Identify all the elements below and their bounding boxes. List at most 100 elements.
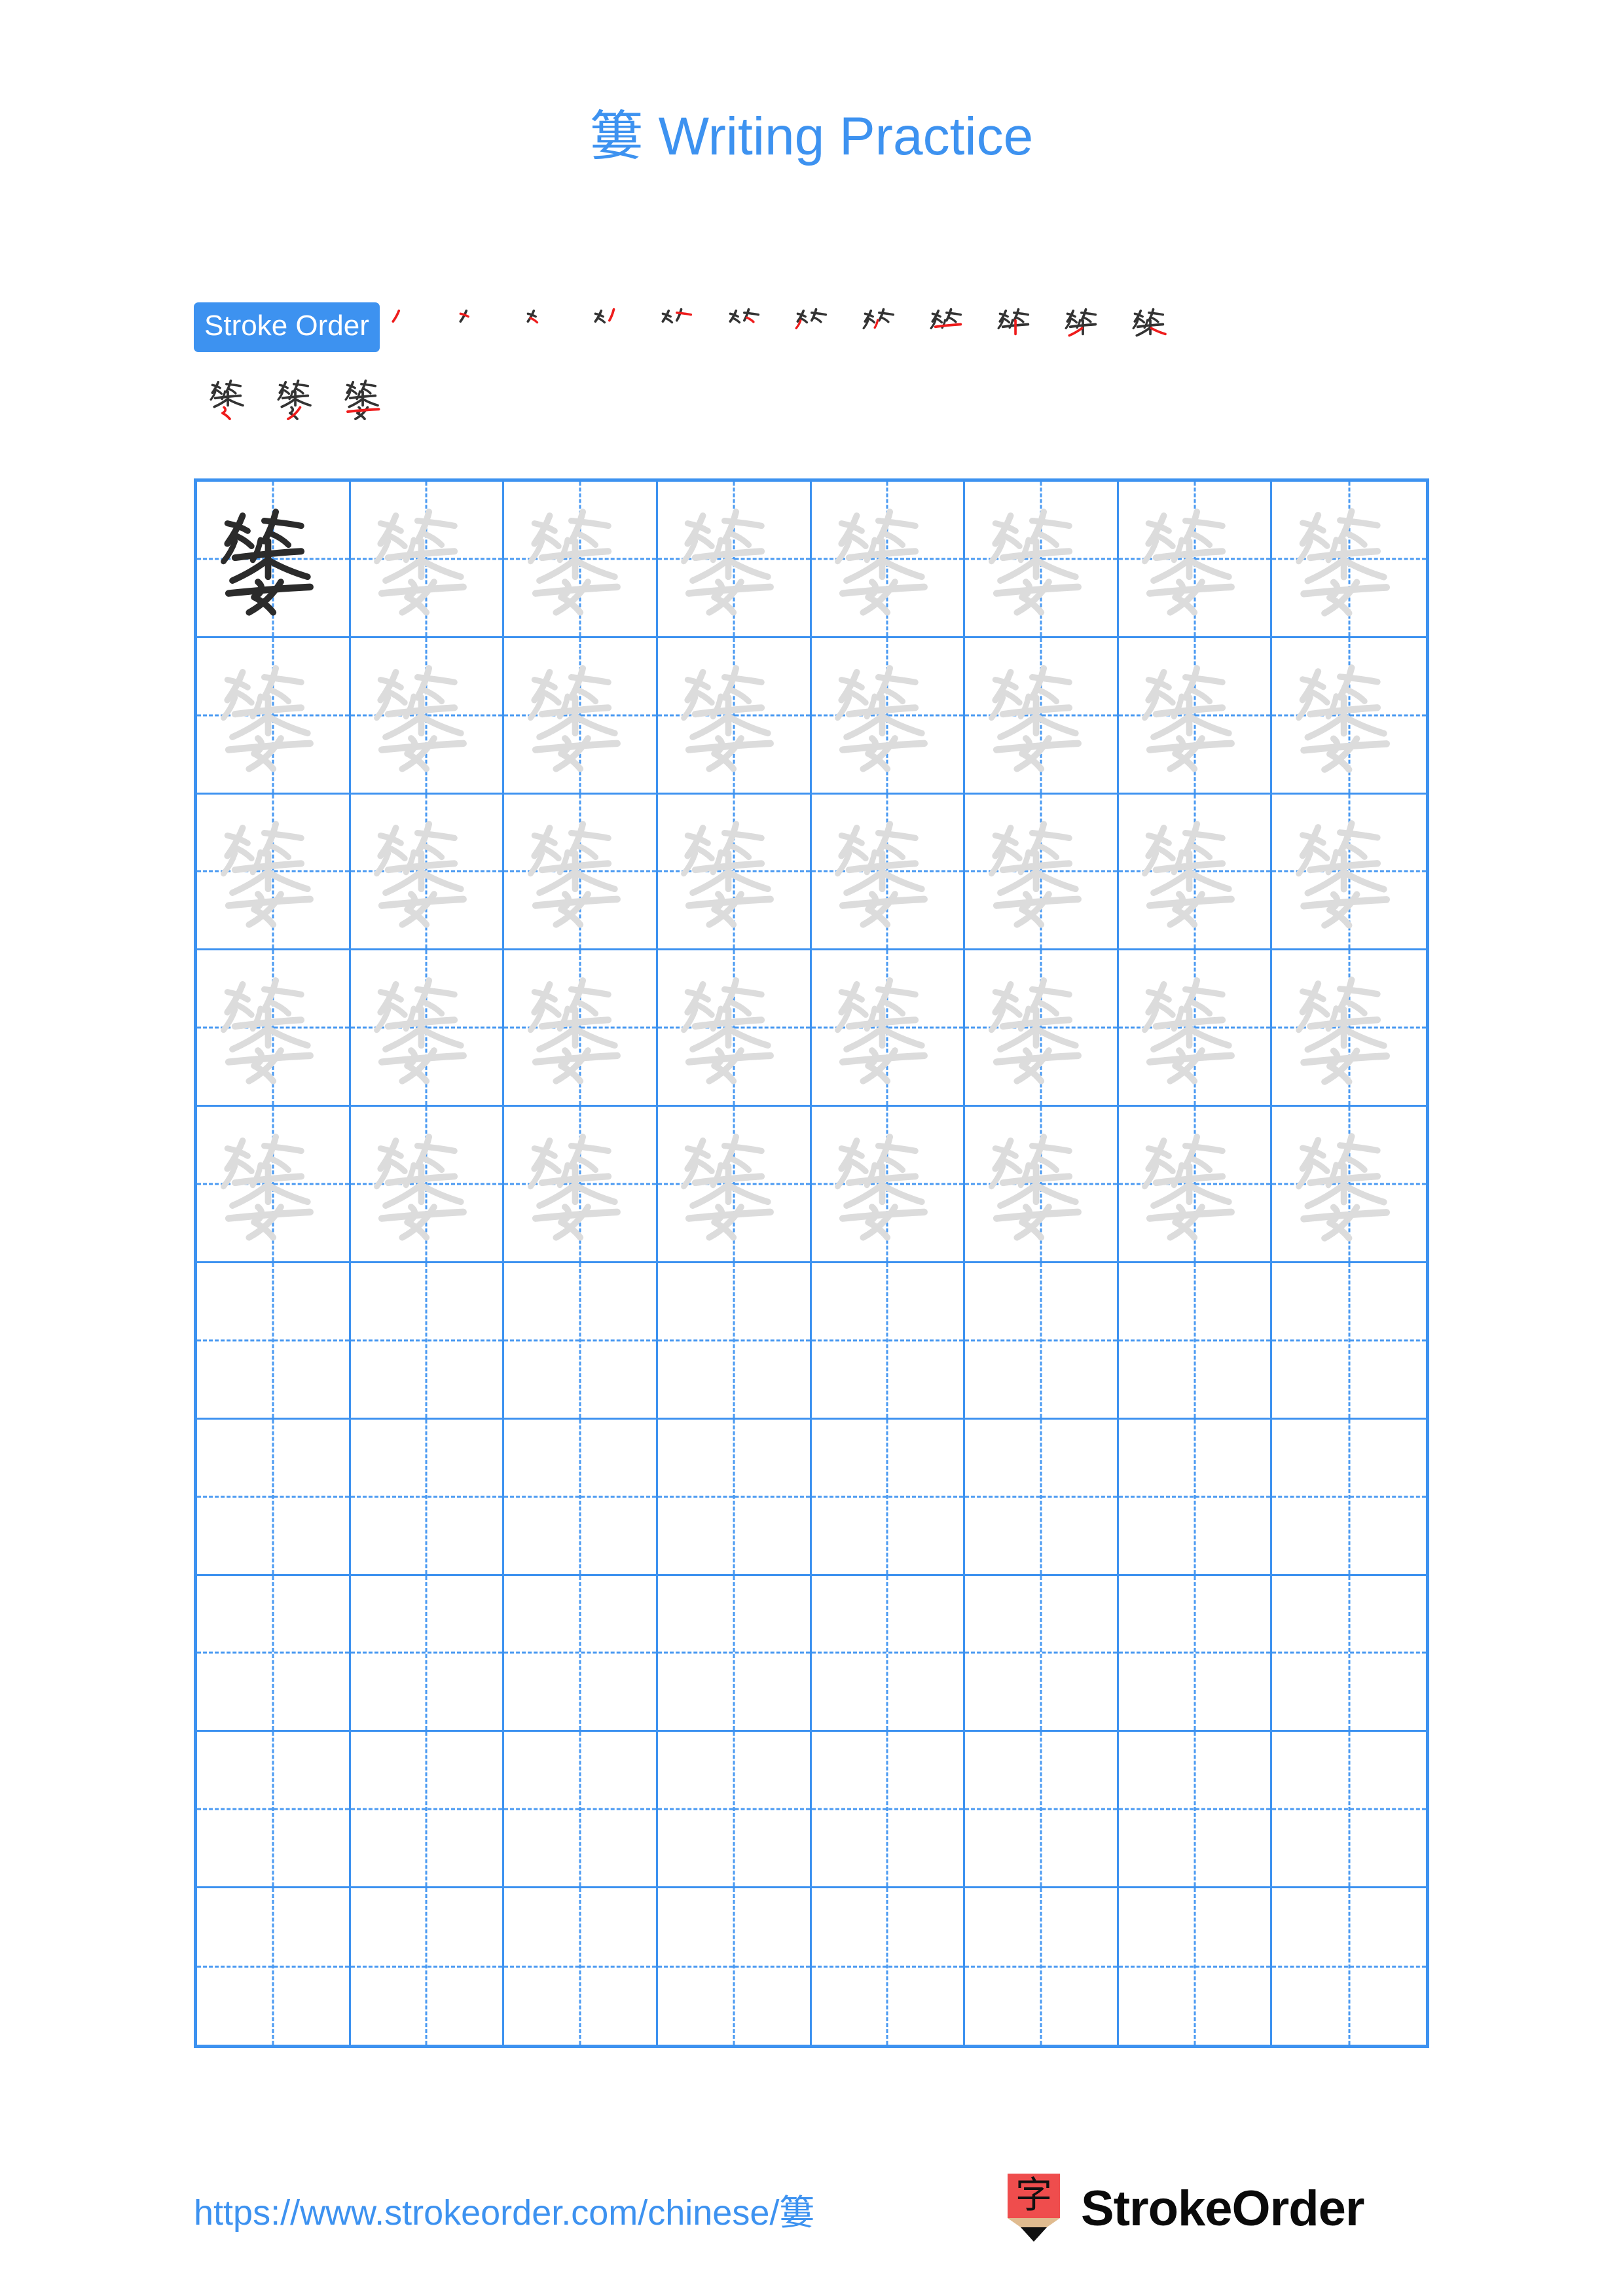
- practice-cell-r1-c2[interactable]: [350, 482, 505, 638]
- practice-cell-r8-c3[interactable]: [504, 1575, 658, 1732]
- practice-cell-r9-c6[interactable]: [965, 1732, 1119, 1889]
- practice-cell-r3-c4[interactable]: [657, 794, 812, 951]
- practice-cell-r7-c7[interactable]: [1118, 1419, 1273, 1576]
- practice-cell-r9-c1[interactable]: [197, 1732, 351, 1889]
- practice-cell-r2-c4[interactable]: [657, 637, 812, 795]
- practice-cell-r6-c7[interactable]: [1118, 1263, 1273, 1420]
- practice-cell-r4-c8[interactable]: [1272, 950, 1426, 1107]
- practice-cell-r3-c5[interactable]: [811, 794, 966, 951]
- footer-brand: 字 StrokeOrder: [1004, 2173, 1364, 2245]
- practice-cell-r5-c3[interactable]: [504, 1107, 658, 1263]
- practice-cell-r1-c1[interactable]: [197, 482, 351, 638]
- practice-cell-r5-c4[interactable]: [657, 1107, 812, 1263]
- practice-cell-r6-c2[interactable]: [350, 1263, 505, 1420]
- practice-cell-r9-c3[interactable]: [504, 1732, 658, 1889]
- practice-cell-r10-c8[interactable]: [1272, 1888, 1426, 2045]
- trace-character: [1272, 795, 1426, 949]
- trace-character: [504, 638, 656, 793]
- practice-cell-r8-c6[interactable]: [965, 1575, 1119, 1732]
- practice-cell-r5-c5[interactable]: [811, 1107, 966, 1263]
- practice-cell-r9-c8[interactable]: [1272, 1732, 1426, 1889]
- practice-cell-r10-c3[interactable]: [504, 1888, 658, 2045]
- practice-cell-r6-c1[interactable]: [197, 1263, 351, 1420]
- practice-cell-r2-c2[interactable]: [350, 637, 505, 795]
- practice-cell-r2-c6[interactable]: [965, 637, 1119, 795]
- practice-cell-r5-c8[interactable]: [1272, 1107, 1426, 1263]
- practice-cell-r3-c2[interactable]: [350, 794, 505, 951]
- practice-cell-r9-c2[interactable]: [350, 1732, 505, 1889]
- practice-cell-r9-c7[interactable]: [1118, 1732, 1273, 1889]
- practice-cell-r8-c7[interactable]: [1118, 1575, 1273, 1732]
- practice-cell-r1-c6[interactable]: [965, 482, 1119, 638]
- stroke-step-9: [926, 303, 974, 351]
- brand-wordmark: StrokeOrder: [1081, 2181, 1364, 2236]
- practice-cell-r4-c1[interactable]: [197, 950, 351, 1107]
- svg-text:字: 字: [1015, 2174, 1052, 2217]
- practice-cell-r2-c1[interactable]: [197, 637, 351, 795]
- practice-cell-r6-c4[interactable]: [657, 1263, 812, 1420]
- practice-cell-r8-c1[interactable]: [197, 1575, 351, 1732]
- trace-character: [351, 795, 503, 949]
- practice-cell-r1-c5[interactable]: [811, 482, 966, 638]
- practice-cell-r5-c7[interactable]: [1118, 1107, 1273, 1263]
- practice-cell-r3-c1[interactable]: [197, 794, 351, 951]
- practice-cell-r3-c7[interactable]: [1118, 794, 1273, 951]
- practice-cell-r9-c5[interactable]: [811, 1732, 966, 1889]
- practice-cell-r4-c4[interactable]: [657, 950, 812, 1107]
- practice-cell-r10-c6[interactable]: [965, 1888, 1119, 2045]
- practice-cell-r6-c6[interactable]: [965, 1263, 1119, 1420]
- practice-cell-r5-c6[interactable]: [965, 1107, 1119, 1263]
- practice-cell-r1-c8[interactable]: [1272, 482, 1426, 638]
- practice-cell-r10-c1[interactable]: [197, 1888, 351, 2045]
- practice-cell-r7-c1[interactable]: [197, 1419, 351, 1576]
- practice-cell-r6-c8[interactable]: [1272, 1263, 1426, 1420]
- practice-cell-r7-c4[interactable]: [657, 1419, 812, 1576]
- stroke-step-12: [1128, 303, 1176, 351]
- practice-cell-r6-c3[interactable]: [504, 1263, 658, 1420]
- practice-cell-r2-c3[interactable]: [504, 637, 658, 795]
- trace-character: [812, 1107, 964, 1261]
- practice-cell-r10-c2[interactable]: [351, 1888, 505, 2045]
- trace-character: [504, 482, 656, 636]
- practice-cell-r1-c7[interactable]: [1118, 482, 1273, 638]
- practice-cell-r4-c2[interactable]: [350, 950, 505, 1107]
- practice-cell-r1-c4[interactable]: [657, 482, 812, 638]
- practice-cell-r5-c1[interactable]: [197, 1107, 351, 1263]
- practice-cell-r7-c6[interactable]: [965, 1419, 1119, 1576]
- trace-character: [504, 1107, 656, 1261]
- stroke-step-list-row-1: [386, 303, 1431, 351]
- footer-url-link[interactable]: https://www.strokeorder.com/chinese/簍: [194, 2183, 814, 2235]
- practice-cell-r3-c6[interactable]: [965, 794, 1119, 951]
- trace-character: [1119, 795, 1271, 949]
- practice-cell-r4-c3[interactable]: [504, 950, 658, 1107]
- practice-cell-r4-c5[interactable]: [811, 950, 966, 1107]
- practice-cell-r7-c8[interactable]: [1272, 1420, 1426, 1576]
- stroke-step-3: [521, 303, 570, 351]
- practice-cell-r3-c3[interactable]: [504, 794, 658, 951]
- practice-cell-r2-c7[interactable]: [1118, 637, 1273, 795]
- practice-cell-r10-c5[interactable]: [812, 1888, 966, 2045]
- practice-cell-r9-c4[interactable]: [657, 1732, 812, 1889]
- practice-grid: [194, 478, 1429, 2048]
- practice-cell-r10-c4[interactable]: [658, 1888, 812, 2045]
- practice-cell-r4-c6[interactable]: [965, 950, 1119, 1107]
- trace-character: [658, 638, 810, 793]
- practice-cell-r1-c3[interactable]: [504, 482, 658, 638]
- practice-cell-r8-c8[interactable]: [1272, 1576, 1426, 1732]
- practice-cell-r8-c4[interactable]: [657, 1575, 812, 1732]
- practice-cell-r2-c8[interactable]: [1272, 638, 1426, 795]
- practice-cell-r5-c2[interactable]: [350, 1107, 505, 1263]
- practice-cell-r2-c5[interactable]: [811, 637, 966, 795]
- practice-cell-r6-c5[interactable]: [811, 1263, 966, 1420]
- trace-character: [965, 482, 1117, 636]
- trace-character: [351, 950, 503, 1105]
- practice-cell-r8-c2[interactable]: [350, 1575, 505, 1732]
- practice-cell-r7-c3[interactable]: [504, 1419, 658, 1576]
- practice-cell-r8-c5[interactable]: [811, 1575, 966, 1732]
- practice-cell-r4-c7[interactable]: [1118, 950, 1273, 1107]
- practice-cell-r10-c7[interactable]: [1119, 1888, 1273, 2045]
- practice-cell-r7-c5[interactable]: [811, 1419, 966, 1576]
- practice-cell-r3-c8[interactable]: [1272, 795, 1426, 951]
- trace-character: [812, 795, 964, 949]
- practice-cell-r7-c2[interactable]: [350, 1419, 505, 1576]
